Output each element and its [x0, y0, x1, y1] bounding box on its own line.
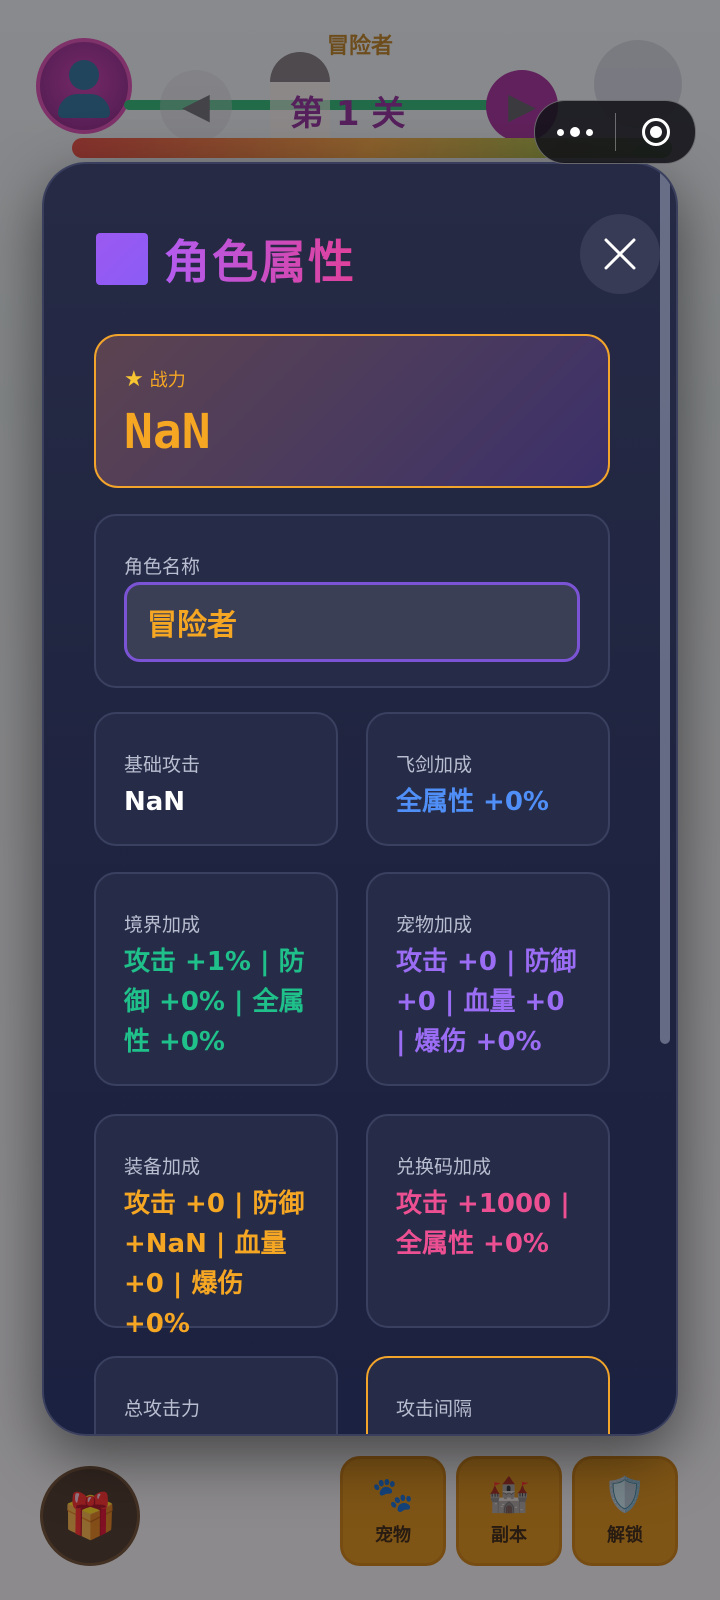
character-name-card: 角色名称 冒险者: [94, 514, 610, 688]
miniprogram-capsule: [534, 100, 696, 164]
stat-card-base-attack: 基础攻击 NaN: [94, 712, 338, 846]
character-name-input[interactable]: 冒险者: [124, 582, 580, 662]
target-circle-icon: [641, 118, 670, 146]
close-modal-button[interactable]: [580, 214, 660, 294]
stat-value: 攻击 +1% | 防御 +0% | 全属性 +0%: [124, 947, 305, 1057]
stat-label: 飞剑加成: [396, 754, 473, 776]
star-icon: ★: [124, 366, 144, 392]
character-attributes-modal: 角色属性 ★ 战力 NaN 角色名称 冒险者 基础攻击 NaN 飞剑加成 全属性…: [42, 162, 678, 1436]
stat-value: NaN: [124, 787, 186, 817]
stat-value: 攻击 +1000 | 全属性 +0%: [396, 1189, 570, 1259]
stat-card-attack-interval: 攻击间隔: [366, 1356, 610, 1434]
exit-miniprogram-button[interactable]: [616, 101, 695, 163]
stat-value: 全属性 +0%: [396, 787, 549, 817]
modal-header: 角色属性: [96, 224, 616, 294]
stat-value: 攻击 +0 | 防御 +0 | 血量 +0 | 爆伤 +0%: [396, 947, 577, 1057]
character-name-label: 角色名称: [124, 556, 201, 578]
modal-title: 角色属性: [164, 226, 356, 292]
stat-card-total-attack: 总攻击力 NaN: [94, 1356, 338, 1434]
stat-label: 基础攻击: [124, 754, 201, 776]
title-square-icon: [96, 233, 148, 285]
stat-value: 攻击 +0 | 防御 +NaN | 血量 +0 | 爆伤 +0%: [124, 1189, 305, 1339]
stat-label: 总攻击力: [124, 1398, 201, 1420]
stat-card-redeem-code-bonus: 兑换码加成 攻击 +1000 | 全属性 +0%: [366, 1114, 610, 1328]
stat-card-realm-bonus: 境界加成 攻击 +1% | 防御 +0% | 全属性 +0%: [94, 872, 338, 1086]
combat-power-card: ★ 战力 NaN: [94, 334, 610, 488]
close-icon: [604, 238, 636, 270]
stat-card-equipment-bonus: 装备加成 攻击 +0 | 防御 +NaN | 血量 +0 | 爆伤 +0%: [94, 1114, 338, 1339]
stat-value: NaN: [124, 1426, 310, 1434]
stat-label: 境界加成: [124, 914, 201, 936]
more-menu-button[interactable]: [535, 101, 615, 163]
stat-label: 兑换码加成: [396, 1156, 492, 1178]
combat-power-label: 战力: [149, 370, 186, 391]
combat-power-label-row: ★ 战力: [124, 366, 186, 392]
combat-power-value: NaN: [124, 404, 211, 460]
modal-scrollbar[interactable]: [660, 164, 670, 1044]
stat-label: 攻击间隔: [396, 1398, 473, 1420]
stat-card-flying-sword-bonus: 飞剑加成 全属性 +0%: [366, 712, 610, 846]
stat-card-pet-bonus: 宠物加成 攻击 +0 | 防御 +0 | 血量 +0 | 爆伤 +0%: [366, 872, 610, 1086]
more-dots-icon: [557, 127, 593, 137]
stat-label: 宠物加成: [396, 914, 473, 936]
stat-label: 装备加成: [124, 1156, 201, 1178]
